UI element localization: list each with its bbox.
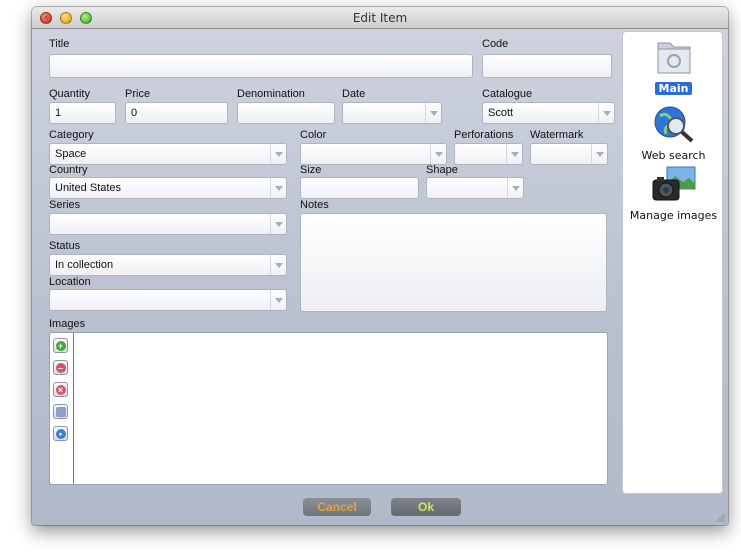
chevron-down-icon[interactable] (425, 103, 441, 123)
window-title: Edit Item (352, 11, 408, 25)
watermark-label: Watermark (530, 129, 584, 141)
code-field[interactable] (482, 54, 612, 78)
side-item-main-label: Main (654, 82, 693, 95)
location-select[interactable] (49, 289, 287, 311)
camera-icon (652, 166, 695, 201)
shape-select[interactable] (426, 177, 524, 199)
quantity-field[interactable]: 1 (49, 102, 116, 124)
perforations-label: Perforations (454, 129, 514, 141)
chevron-down-icon[interactable] (270, 290, 286, 310)
notes-label: Notes (300, 199, 329, 211)
chevron-down-icon[interactable] (270, 178, 286, 198)
location-label: Location (49, 276, 91, 288)
color-label: Color (300, 129, 327, 141)
ok-button[interactable]: Ok (391, 498, 461, 516)
color-select[interactable] (300, 143, 447, 165)
resize-grip-icon[interactable] (715, 512, 725, 522)
price-field[interactable]: 0 (125, 102, 228, 124)
watermark-select[interactable] (530, 143, 608, 165)
chevron-down-icon[interactable] (507, 178, 523, 198)
side-item-web-search[interactable]: Web search (623, 104, 724, 162)
chevron-down-icon[interactable] (270, 144, 286, 164)
title-bar[interactable]: × Edit Item (32, 7, 728, 29)
side-item-manage-images-label: Manage images (629, 209, 718, 222)
series-select[interactable] (49, 213, 287, 235)
date-label: Date (342, 88, 366, 100)
code-label: Code (482, 38, 509, 50)
size-field[interactable] (300, 177, 419, 199)
globe-search-icon (654, 106, 693, 143)
series-label: Series (49, 199, 81, 211)
add-image-button[interactable]: + (53, 338, 68, 353)
notes-textarea[interactable] (300, 213, 607, 312)
catalogue-value: Scott (488, 107, 514, 119)
title-label: Title (49, 38, 70, 50)
size-label: Size (300, 164, 322, 176)
chevron-down-icon[interactable] (591, 144, 607, 164)
remove-icon: – (55, 362, 66, 373)
images-panel: + – × • (49, 332, 608, 485)
chevron-down-icon[interactable] (270, 255, 286, 275)
chevron-down-icon[interactable] (270, 214, 286, 234)
price-label: Price (125, 88, 151, 100)
side-item-web-search-label: Web search (641, 149, 706, 162)
folder-icon (657, 42, 690, 74)
category-value: Space (55, 148, 87, 160)
images-list[interactable] (75, 334, 605, 483)
side-item-manage-images[interactable]: Manage images (623, 164, 724, 222)
shape-label: Shape (426, 164, 458, 176)
status-value: In collection (55, 259, 114, 271)
remove-image-button[interactable]: – (53, 360, 68, 375)
country-label: Country (49, 164, 88, 176)
catalogue-label: Catalogue (482, 88, 533, 100)
catalogue-select[interactable]: Scott (482, 102, 615, 124)
images-label: Images (49, 318, 86, 330)
country-value: United States (55, 182, 122, 194)
country-select[interactable]: United States (49, 177, 287, 199)
chevron-down-icon[interactable] (430, 144, 446, 164)
category-select[interactable]: Space (49, 143, 287, 165)
status-select[interactable]: In collection (49, 254, 287, 276)
side-panel: Main Web search Manage images (622, 31, 723, 494)
edit-item-window: × Edit Item Title Code Quantity 1 Price … (32, 7, 728, 525)
category-label: Category (49, 129, 94, 141)
edit-icon (55, 406, 66, 417)
delete-icon: × (55, 384, 66, 395)
delete-image-button[interactable]: × (53, 382, 68, 397)
side-item-main[interactable]: Main (623, 37, 724, 95)
edit-image-button[interactable] (53, 404, 68, 419)
status-label: Status (49, 240, 81, 252)
add-icon: + (55, 340, 66, 351)
info-icon: • (55, 428, 66, 439)
perforations-select[interactable] (454, 143, 523, 165)
quantity-label: Quantity (49, 88, 90, 100)
denomination-field[interactable] (237, 102, 335, 124)
chevron-down-icon[interactable] (506, 144, 522, 164)
cancel-button[interactable]: Cancel (303, 498, 371, 516)
image-info-button[interactable]: • (53, 426, 68, 441)
images-toolbar-divider (73, 333, 74, 484)
title-field[interactable] (49, 54, 473, 78)
chevron-down-icon[interactable] (598, 103, 614, 123)
denomination-label: Denomination (237, 88, 305, 100)
date-picker[interactable] (342, 102, 442, 124)
